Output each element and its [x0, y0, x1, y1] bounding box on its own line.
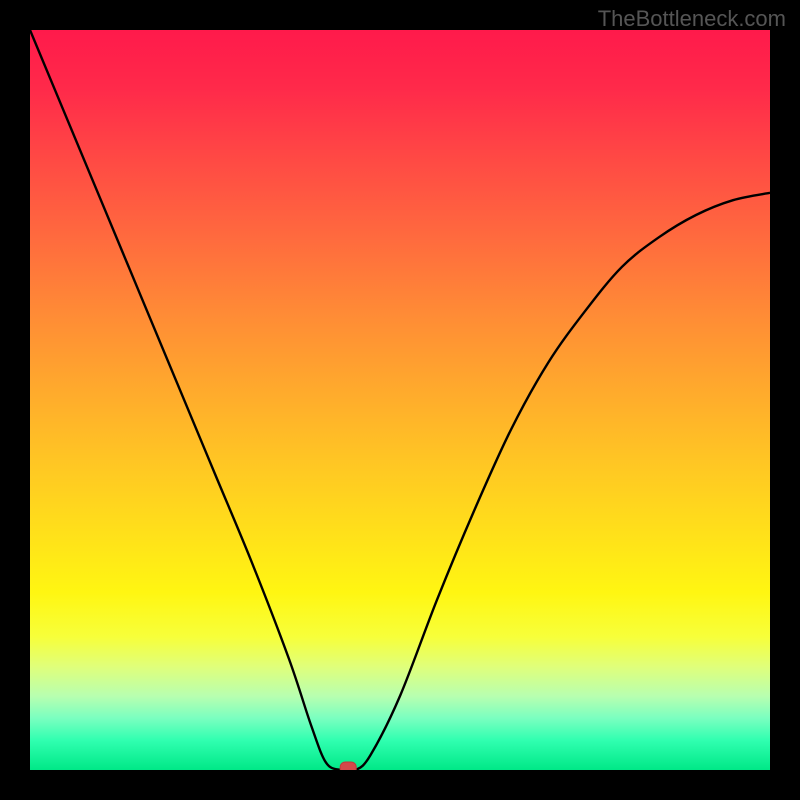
watermark-text: TheBottleneck.com	[598, 6, 786, 32]
chart-svg	[30, 30, 770, 770]
bottleneck-curve-line	[30, 30, 770, 770]
chart-plot-area	[30, 30, 770, 770]
optimum-marker	[340, 762, 356, 770]
